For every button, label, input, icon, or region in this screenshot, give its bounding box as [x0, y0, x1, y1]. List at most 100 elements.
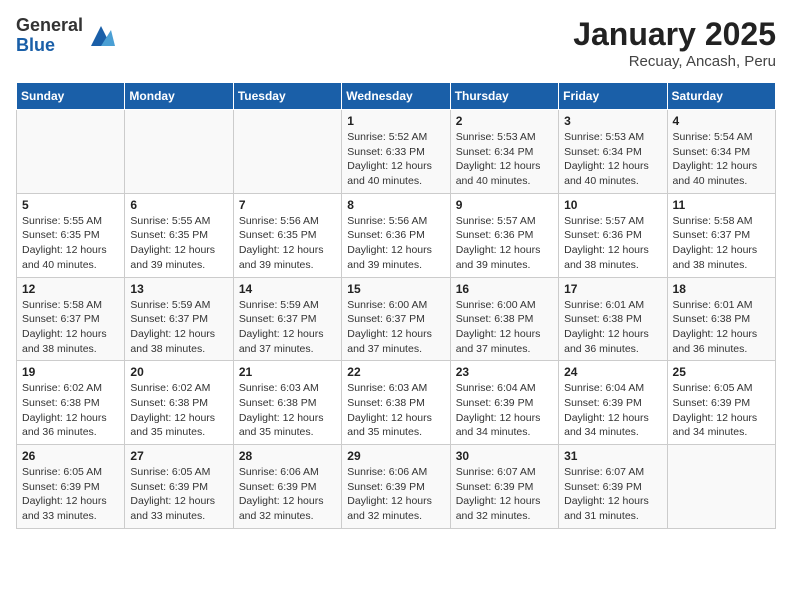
day-number: 3 — [564, 114, 661, 128]
calendar-week-row: 26 Sunrise: 6:05 AM Sunset: 6:39 PM Dayli… — [17, 445, 776, 529]
calendar-cell: 22 Sunrise: 6:03 AM Sunset: 6:38 PM Dayli… — [342, 361, 450, 445]
day-info: Sunrise: 6:00 AM Sunset: 6:38 PM Dayligh… — [456, 298, 553, 357]
weekday-header: Monday — [125, 83, 233, 110]
calendar-cell: 19 Sunrise: 6:02 AM Sunset: 6:38 PM Dayli… — [17, 361, 125, 445]
day-number: 14 — [239, 282, 336, 296]
calendar-cell: 8 Sunrise: 5:56 AM Sunset: 6:36 PM Daylig… — [342, 193, 450, 277]
day-number: 2 — [456, 114, 553, 128]
calendar-cell: 3Sunrise: 5:53 AM Sunset: 6:34 PM Daylig… — [559, 110, 667, 194]
day-info: Sunrise: 5:52 AM Sunset: 6:33 PM Dayligh… — [347, 130, 444, 189]
calendar-cell: 9 Sunrise: 5:57 AM Sunset: 6:36 PM Daylig… — [450, 193, 558, 277]
weekday-header: Friday — [559, 83, 667, 110]
calendar-cell: 7Sunrise: 5:56 AM Sunset: 6:35 PM Daylig… — [233, 193, 341, 277]
weekday-header: Thursday — [450, 83, 558, 110]
weekday-header: Sunday — [17, 83, 125, 110]
day-number: 23 — [456, 365, 553, 379]
day-info: Sunrise: 6:05 AM Sunset: 6:39 PM Dayligh… — [22, 465, 119, 524]
calendar-cell: 6 Sunrise: 5:55 AM Sunset: 6:35 PM Daylig… — [125, 193, 233, 277]
logo: General Blue — [16, 16, 115, 56]
calendar-cell — [667, 445, 775, 529]
calendar-body: 1 Sunrise: 5:52 AM Sunset: 6:33 PM Daylig… — [17, 110, 776, 529]
day-info: Sunrise: 6:01 AM Sunset: 6:38 PM Dayligh… — [673, 298, 770, 357]
day-number: 1 — [347, 114, 444, 128]
day-number: 13 — [130, 282, 227, 296]
day-info: Sunrise: 5:56 AM Sunset: 6:36 PM Dayligh… — [347, 214, 444, 273]
calendar-cell: 2 Sunrise: 5:53 AM Sunset: 6:34 PM Daylig… — [450, 110, 558, 194]
day-number: 10 — [564, 198, 661, 212]
calendar-cell: 30 Sunrise: 6:07 AM Sunset: 6:39 PM Dayli… — [450, 445, 558, 529]
day-info: Sunrise: 5:57 AM Sunset: 6:36 PM Dayligh… — [564, 214, 661, 273]
day-info: Sunrise: 6:01 AM Sunset: 6:38 PM Dayligh… — [564, 298, 661, 357]
calendar-cell: 10 Sunrise: 5:57 AM Sunset: 6:36 PM Dayli… — [559, 193, 667, 277]
calendar-cell: 27Sunrise: 6:05 AM Sunset: 6:39 PM Dayli… — [125, 445, 233, 529]
calendar-cell: 26 Sunrise: 6:05 AM Sunset: 6:39 PM Dayli… — [17, 445, 125, 529]
logo-icon — [87, 22, 115, 50]
day-info: Sunrise: 5:53 AM Sunset: 6:34 PM Dayligh… — [456, 130, 553, 189]
calendar-cell — [125, 110, 233, 194]
day-number: 24 — [564, 365, 661, 379]
day-number: 21 — [239, 365, 336, 379]
calendar-table: SundayMondayTuesdayWednesdayThursdayFrid… — [16, 82, 776, 529]
title-block: January 2025 Recuay, Ancash, Peru — [573, 16, 776, 70]
calendar-cell: 11 Sunrise: 5:58 AM Sunset: 6:37 PM Dayli… — [667, 193, 775, 277]
day-info: Sunrise: 6:06 AM Sunset: 6:39 PM Dayligh… — [239, 465, 336, 524]
calendar-cell: 12 Sunrise: 5:58 AM Sunset: 6:37 PM Dayli… — [17, 277, 125, 361]
day-info: Sunrise: 6:03 AM Sunset: 6:38 PM Dayligh… — [347, 381, 444, 440]
day-info: Sunrise: 5:58 AM Sunset: 6:37 PM Dayligh… — [22, 298, 119, 357]
day-info: Sunrise: 6:02 AM Sunset: 6:38 PM Dayligh… — [22, 381, 119, 440]
day-info: Sunrise: 6:07 AM Sunset: 6:39 PM Dayligh… — [456, 465, 553, 524]
day-number: 31 — [564, 449, 661, 463]
day-info: Sunrise: 6:04 AM Sunset: 6:39 PM Dayligh… — [564, 381, 661, 440]
day-number: 4 — [673, 114, 770, 128]
day-number: 11 — [673, 198, 770, 212]
day-number: 19 — [22, 365, 119, 379]
calendar-subtitle: Recuay, Ancash, Peru — [573, 53, 776, 70]
calendar-week-row: 19 Sunrise: 6:02 AM Sunset: 6:38 PM Dayli… — [17, 361, 776, 445]
page-header: General Blue January 2025 Recuay, Ancash… — [16, 16, 776, 70]
day-number: 9 — [456, 198, 553, 212]
day-number: 26 — [22, 449, 119, 463]
day-info: Sunrise: 6:00 AM Sunset: 6:37 PM Dayligh… — [347, 298, 444, 357]
day-info: Sunrise: 5:56 AM Sunset: 6:35 PM Dayligh… — [239, 214, 336, 273]
day-info: Sunrise: 5:55 AM Sunset: 6:35 PM Dayligh… — [130, 214, 227, 273]
calendar-cell: 4 Sunrise: 5:54 AM Sunset: 6:34 PM Daylig… — [667, 110, 775, 194]
day-info: Sunrise: 5:54 AM Sunset: 6:34 PM Dayligh… — [673, 130, 770, 189]
day-number: 29 — [347, 449, 444, 463]
calendar-week-row: 1 Sunrise: 5:52 AM Sunset: 6:33 PM Daylig… — [17, 110, 776, 194]
day-number: 6 — [130, 198, 227, 212]
weekday-header: Saturday — [667, 83, 775, 110]
calendar-cell: 29Sunrise: 6:06 AM Sunset: 6:39 PM Dayli… — [342, 445, 450, 529]
day-number: 5 — [22, 198, 119, 212]
calendar-cell: 13Sunrise: 5:59 AM Sunset: 6:37 PM Dayli… — [125, 277, 233, 361]
calendar-cell: 23Sunrise: 6:04 AM Sunset: 6:39 PM Dayli… — [450, 361, 558, 445]
day-info: Sunrise: 5:57 AM Sunset: 6:36 PM Dayligh… — [456, 214, 553, 273]
calendar-cell: 31Sunrise: 6:07 AM Sunset: 6:39 PM Dayli… — [559, 445, 667, 529]
day-info: Sunrise: 6:05 AM Sunset: 6:39 PM Dayligh… — [673, 381, 770, 440]
day-number: 8 — [347, 198, 444, 212]
weekday-header: Tuesday — [233, 83, 341, 110]
day-info: Sunrise: 6:03 AM Sunset: 6:38 PM Dayligh… — [239, 381, 336, 440]
day-number: 20 — [130, 365, 227, 379]
calendar-cell: 1 Sunrise: 5:52 AM Sunset: 6:33 PM Daylig… — [342, 110, 450, 194]
calendar-cell: 28 Sunrise: 6:06 AM Sunset: 6:39 PM Dayli… — [233, 445, 341, 529]
day-number: 16 — [456, 282, 553, 296]
calendar-cell: 21 Sunrise: 6:03 AM Sunset: 6:38 PM Dayli… — [233, 361, 341, 445]
calendar-cell — [17, 110, 125, 194]
calendar-cell: 24 Sunrise: 6:04 AM Sunset: 6:39 PM Dayli… — [559, 361, 667, 445]
day-info: Sunrise: 6:05 AM Sunset: 6:39 PM Dayligh… — [130, 465, 227, 524]
day-number: 18 — [673, 282, 770, 296]
logo-blue: Blue — [16, 36, 83, 56]
calendar-cell: 5Sunrise: 5:55 AM Sunset: 6:35 PM Daylig… — [17, 193, 125, 277]
calendar-cell: 18 Sunrise: 6:01 AM Sunset: 6:38 PM Dayli… — [667, 277, 775, 361]
calendar-cell: 14Sunrise: 5:59 AM Sunset: 6:37 PM Dayli… — [233, 277, 341, 361]
day-info: Sunrise: 5:58 AM Sunset: 6:37 PM Dayligh… — [673, 214, 770, 273]
weekday-row: SundayMondayTuesdayWednesdayThursdayFrid… — [17, 83, 776, 110]
day-number: 22 — [347, 365, 444, 379]
day-number: 15 — [347, 282, 444, 296]
day-number: 30 — [456, 449, 553, 463]
calendar-cell — [233, 110, 341, 194]
day-number: 12 — [22, 282, 119, 296]
day-number: 28 — [239, 449, 336, 463]
day-number: 25 — [673, 365, 770, 379]
calendar-cell: 16 Sunrise: 6:00 AM Sunset: 6:38 PM Dayli… — [450, 277, 558, 361]
